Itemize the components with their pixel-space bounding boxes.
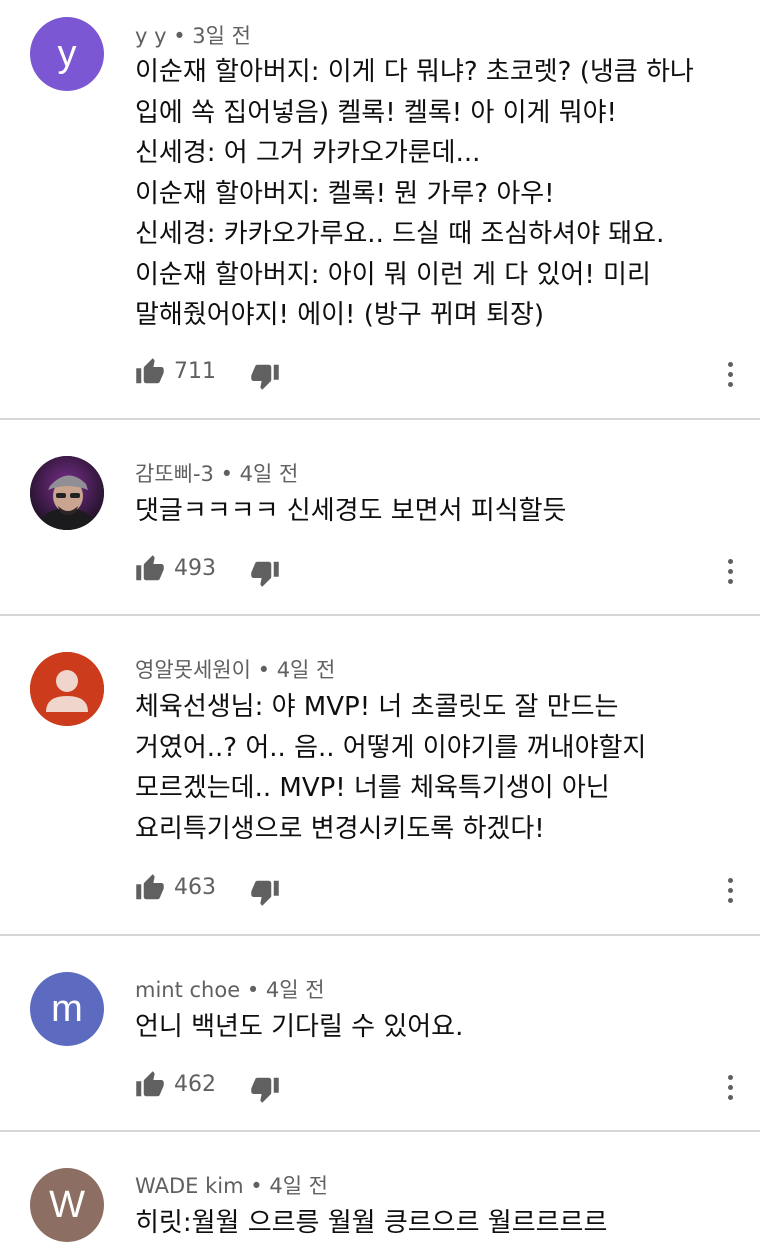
comment-text: 체육선생님: 야 MVP! 너 초콜릿도 잘 만드는 거였어..? 어.. 음.… (135, 687, 735, 849)
like-count: 463 (174, 875, 216, 900)
comment-actions: 711 (132, 354, 742, 394)
meta-separator: • (250, 1174, 263, 1198)
comment-meta: WADE kim • 4일 전 (135, 1170, 328, 1200)
comment-author[interactable]: 감또삐-3 (135, 462, 214, 486)
like-count: 493 (174, 556, 216, 581)
comment-text: 히릿:월월 으르릉 월월 킁르으르 월르르르르 (135, 1203, 735, 1244)
thumb-up-icon (136, 555, 164, 581)
comment-author[interactable]: mint choe (135, 978, 240, 1002)
comment-line: 거였어..? 어.. 음.. 어떻게 이야기를 꺼내야할지 (135, 732, 647, 763)
comment-line: 이순재 할아버지: 켈록! 뭔 가루? 아우! (135, 178, 555, 209)
comment-line: 신세경: 카카오가루요.. 드실 때 조심하셔야 돼요. (135, 219, 665, 249)
comment-line: 댓글ㅋㅋㅋㅋ 신세경도 보면서 피식할듯 (135, 496, 567, 526)
comment-item: 영알못세원이 • 4일 전 체육선생님: 야 MVP! 너 초콜릿도 잘 만드는… (0, 616, 760, 936)
profile-photo-icon (30, 456, 104, 530)
comment-meta: 감또삐-3 • 4일 전 (135, 458, 298, 488)
avatar[interactable]: y (30, 17, 104, 91)
comment-line: 언니 백년도 기다릴 수 있어요. (135, 1012, 464, 1042)
comment-actions: 493 (132, 551, 742, 591)
avatar[interactable] (30, 456, 104, 530)
thumb-up-icon (136, 874, 164, 900)
comment-actions: 462 (132, 1067, 742, 1107)
more-vertical-icon (727, 361, 733, 367)
thumb-down-icon (251, 1077, 279, 1103)
comment-item: m mint choe • 4일 전 언니 백년도 기다릴 수 있어요. 462 (0, 936, 760, 1132)
like-button[interactable] (132, 1067, 168, 1103)
meta-separator: • (246, 978, 260, 1002)
thumb-up-icon (136, 358, 164, 384)
like-button[interactable] (132, 551, 168, 587)
comment-text: 댓글ㅋㅋㅋㅋ 신세경도 보면서 피식할듯 (135, 491, 735, 532)
comment-author[interactable]: 영알못세원이 (135, 658, 251, 682)
comment-line: 신세경: 어 그거 카카오가룬데... (135, 138, 481, 168)
avatar[interactable]: W (30, 1168, 104, 1242)
comment-item: y y y • 3일 전 이순재 할아버지: 이게 다 뭐냐? 초코렛? (냉큼… (0, 0, 760, 420)
person-silhouette-icon (30, 652, 104, 726)
meta-separator: • (257, 658, 270, 682)
comment-time[interactable]: 3일 전 (192, 24, 251, 48)
comment-line: 말해줬어야지! 에이! (방구 뀌며 퇴장) (135, 300, 545, 330)
comment-meta: mint choe • 4일 전 (135, 974, 325, 1004)
more-options-button[interactable] (718, 354, 742, 394)
like-count: 462 (174, 1072, 216, 1097)
comment-text: 언니 백년도 기다릴 수 있어요. (135, 1007, 735, 1048)
comment-author[interactable]: WADE kim (135, 1174, 244, 1198)
comment-line: 요리특기생으로 변경시키도록 하겠다! (135, 813, 545, 844)
more-vertical-icon (727, 877, 733, 883)
meta-separator: • (220, 462, 233, 486)
meta-separator: • (173, 24, 186, 48)
comment-actions: 463 (132, 870, 742, 910)
dislike-button[interactable] (247, 555, 283, 591)
thumb-down-icon (251, 561, 279, 587)
comment-line: 이순재 할아버지: 아이 뭐 이런 게 다 있어! 미리 (135, 259, 651, 290)
dislike-button[interactable] (247, 1071, 283, 1107)
comment-line: 히릿:월월 으르릉 월월 킁르으르 월르르르르 (135, 1208, 608, 1238)
comment-line: 입에 쏙 집어넣음) 켈록! 켈록! 아 이게 뭐야! (135, 97, 617, 128)
avatar-letter: y (57, 32, 77, 75)
comment-line: 체육선생님: 야 MVP! 너 초콜릿도 잘 만드는 (135, 692, 619, 722)
comment-line: 모르겠는데.. MVP! 너를 체육특기생이 아닌 (135, 773, 610, 803)
comment-meta: y y • 3일 전 (135, 20, 251, 50)
more-options-button[interactable] (718, 870, 742, 910)
comment-item: 감또삐-3 • 4일 전 댓글ㅋㅋㅋㅋ 신세경도 보면서 피식할듯 493 (0, 420, 760, 616)
avatar[interactable]: m (30, 972, 104, 1046)
comment-text: 이순재 할아버지: 이게 다 뭐냐? 초코렛? (냉큼 하나 입에 쏙 집어넣음… (135, 52, 735, 336)
more-options-button[interactable] (718, 1067, 742, 1107)
comment-time[interactable]: 4일 전 (269, 1174, 328, 1198)
comment-time[interactable]: 4일 전 (277, 658, 336, 682)
thumb-up-icon (136, 1071, 164, 1097)
more-options-button[interactable] (718, 551, 742, 591)
more-vertical-icon (727, 558, 733, 564)
like-button[interactable] (132, 354, 168, 390)
avatar-letter: W (49, 1183, 85, 1226)
like-count: 711 (174, 359, 216, 384)
dislike-button[interactable] (247, 874, 283, 910)
comment-time[interactable]: 4일 전 (266, 978, 325, 1002)
more-vertical-icon (727, 1074, 733, 1080)
comment-author[interactable]: y y (135, 24, 167, 48)
comment-item: W WADE kim • 4일 전 히릿:월월 으르릉 월월 킁르으르 월르르르… (0, 1132, 760, 1244)
comment-time[interactable]: 4일 전 (240, 462, 299, 486)
comment-meta: 영알못세원이 • 4일 전 (135, 654, 335, 684)
like-button[interactable] (132, 870, 168, 906)
avatar-letter: m (51, 987, 83, 1030)
avatar[interactable] (30, 652, 104, 726)
dislike-button[interactable] (247, 358, 283, 394)
comment-line: 이순재 할아버지: 이게 다 뭐냐? 초코렛? (냉큼 하나 (135, 57, 694, 87)
thumb-down-icon (251, 880, 279, 906)
thumb-down-icon (251, 364, 279, 390)
